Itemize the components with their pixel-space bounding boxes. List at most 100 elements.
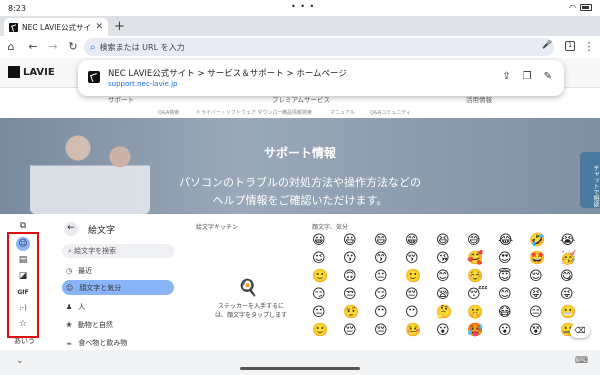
- copy-icon[interactable]: ❐: [523, 71, 532, 82]
- emoji-key[interactable]: 😌: [529, 268, 560, 286]
- emoji-kitchen-panel: 絵文字キッチン 🍳 ステッカーを入手するに は、顔文字をタップします: [196, 222, 306, 350]
- emoji-key[interactable]: 🤩: [529, 250, 560, 268]
- emoji-key[interactable]: 😊: [436, 268, 467, 286]
- category-animals[interactable]: ❀ 動物と自然: [66, 320, 113, 330]
- emoji-key[interactable]: 🙂: [312, 268, 343, 286]
- emoji-key[interactable]: 😶: [405, 304, 436, 322]
- reload-icon[interactable]: ↻: [66, 40, 80, 53]
- emoji-header-title: 絵文字: [88, 225, 116, 236]
- search-icon: ⌕: [90, 41, 96, 53]
- mic-icon[interactable]: 🎤: [540, 40, 554, 49]
- emoji-key[interactable]: 😃: [343, 232, 374, 250]
- home-handle[interactable]: [240, 367, 360, 370]
- emoji-key[interactable]: 😮: [436, 322, 467, 340]
- emoji-key[interactable]: 🤒: [405, 322, 436, 340]
- emoji-key[interactable]: 😘: [436, 250, 467, 268]
- emoji-category-panel: ← 絵文字 ⌕ 絵文字を検索 ◷ 最近 ☺ 顔文字と気分 ♟ 人 ❀ 動物と自然…: [58, 214, 178, 350]
- emoji-key[interactable]: 🙂: [312, 322, 343, 340]
- browser-tab[interactable]: NEC LAVIE公式サイト ✕: [4, 18, 108, 36]
- emoji-key[interactable]: 🥵: [467, 322, 498, 340]
- emoji-key[interactable]: 😬: [560, 304, 591, 322]
- emoji-key[interactable]: 😷: [498, 304, 529, 322]
- emoji-key[interactable]: 😮: [498, 322, 529, 340]
- category-recent[interactable]: ◷ 最近: [66, 266, 92, 276]
- emoji-key[interactable]: 😐: [374, 268, 405, 286]
- tab-strip: NEC LAVIE公式サイト ✕ +: [0, 16, 600, 36]
- emoji-key[interactable]: 🤔: [436, 304, 467, 322]
- emoji-key[interactable]: 🙃: [343, 268, 374, 286]
- emoji-key[interactable]: ☺️: [467, 268, 498, 286]
- emoji-key[interactable]: 🤫: [467, 304, 498, 322]
- back-icon[interactable]: ←: [64, 222, 78, 236]
- share-icon[interactable]: ⇪: [502, 71, 510, 82]
- emoji-key[interactable]: 😀: [312, 232, 343, 250]
- keyboard-mode-rail: ⧉ ☺ ▤ ◪ GIF :-) ☆ あいう: [0, 214, 44, 350]
- emoji-key[interactable]: 😋: [560, 268, 591, 286]
- emoji-key[interactable]: 😶: [374, 304, 405, 322]
- emoji-search-input[interactable]: ⌕ 絵文字を検索: [62, 244, 174, 258]
- emoji-key[interactable]: 😇: [498, 268, 529, 286]
- emoji-key[interactable]: 😝: [529, 286, 560, 304]
- emoji-key[interactable]: 😏: [312, 286, 343, 304]
- chat-button[interactable]: チャットで相談: [580, 152, 600, 208]
- emoji-key[interactable]: 😆: [436, 232, 467, 250]
- site-logo[interactable]: LAVIE: [8, 66, 55, 78]
- emoji-key[interactable]: 🤣: [529, 232, 560, 250]
- emoji-key[interactable]: 😍: [498, 250, 529, 268]
- emoji-key[interactable]: 😏: [374, 286, 405, 304]
- emoji-key[interactable]: 😔: [343, 322, 374, 340]
- menu-icon[interactable]: ⋮: [582, 40, 596, 53]
- site-favicon-icon: [9, 22, 18, 32]
- subnav-community[interactable]: Q&Aコミュニティ: [370, 109, 411, 116]
- address-bar[interactable]: ⌕ 検索または URL を入力: [84, 38, 554, 56]
- emoji-key[interactable]: 😔: [405, 286, 436, 304]
- chevron-down-icon[interactable]: ⌄: [16, 356, 24, 366]
- emoji-key[interactable]: 😪: [436, 286, 467, 304]
- category-label: 動物と自然: [77, 321, 113, 329]
- category-food[interactable]: ☕ 食べ物と飲み物: [66, 338, 127, 348]
- emoji-key[interactable]: 😅: [467, 232, 498, 250]
- emoji-key[interactable]: 🥳: [560, 250, 591, 268]
- emoji-key[interactable]: 😔: [374, 322, 405, 340]
- tab-switcher-button[interactable]: 1: [565, 41, 575, 51]
- keyboard-icon[interactable]: ⌨: [575, 356, 588, 366]
- subnav-qa[interactable]: Q&A検索: [158, 109, 179, 116]
- emoji-key[interactable]: 😴: [467, 286, 498, 304]
- emoji-header: ← 絵文字: [64, 222, 115, 236]
- emoji-key[interactable]: 😵: [529, 322, 560, 340]
- emoji-key[interactable]: 😐: [312, 304, 343, 322]
- subnav-product[interactable]: 商品情報検索: [282, 109, 312, 116]
- emoji-key[interactable]: 😜: [560, 286, 591, 304]
- emoji-key[interactable]: 😉: [312, 250, 343, 268]
- emoji-key[interactable]: 😗: [343, 250, 374, 268]
- sticker-icon[interactable]: ⧉: [17, 220, 29, 232]
- back-icon[interactable]: ←: [26, 40, 40, 53]
- backspace-button[interactable]: ⌫: [570, 324, 590, 338]
- emoji-key[interactable]: 😚: [405, 250, 436, 268]
- home-icon[interactable]: ⌂: [4, 40, 18, 53]
- emoji-key[interactable]: 🙂: [405, 268, 436, 286]
- subnav-manual[interactable]: マニュアル: [330, 109, 355, 116]
- abc-button[interactable]: あいう: [14, 336, 35, 346]
- emoji-key[interactable]: 😁: [405, 232, 436, 250]
- close-tab-icon[interactable]: ✕: [95, 22, 103, 32]
- emoji-key[interactable]: 😙: [374, 250, 405, 268]
- category-label: 顔文字と気分: [79, 283, 122, 292]
- emoji-key[interactable]: 🤨: [343, 304, 374, 322]
- new-tab-button[interactable]: +: [114, 19, 125, 34]
- emoji-key[interactable]: 😊: [498, 286, 529, 304]
- hero-title: サポート情報: [263, 146, 336, 160]
- emoji-key[interactable]: 😑: [529, 304, 560, 322]
- emoji-key[interactable]: 😭: [560, 232, 591, 250]
- forward-icon[interactable]: →: [46, 40, 60, 53]
- category-people[interactable]: ♟ 人: [66, 302, 85, 312]
- page-info-card[interactable]: NEC LAVIE公式サイト > サービス＆サポート > ホームページ supp…: [78, 60, 564, 96]
- emoji-kitchen-icon: 🍳: [238, 278, 258, 297]
- emoji-key[interactable]: 😒: [343, 286, 374, 304]
- subnav-driver[interactable]: ドライバー・ソフトウェア ダウンロード: [196, 109, 288, 116]
- emoji-key[interactable]: 😄: [374, 232, 405, 250]
- edit-icon[interactable]: ✎: [544, 71, 552, 82]
- category-smileys[interactable]: ☺ 顔文字と気分: [62, 280, 174, 295]
- emoji-key[interactable]: 🥰: [467, 250, 498, 268]
- emoji-key[interactable]: 😂: [498, 232, 529, 250]
